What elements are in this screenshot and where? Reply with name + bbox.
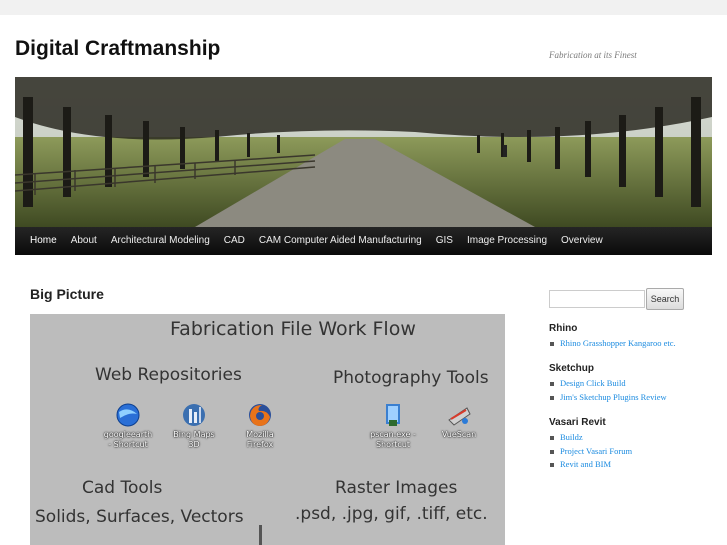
nav-item-about[interactable]: About [64,227,104,255]
bing-maps-icon [181,402,207,428]
nav-item-image-processing[interactable]: Image Processing [460,227,554,255]
raster-images-label: Raster Images [335,478,458,498]
app-label-line1: pscan.exe - [370,430,416,439]
nav-item-cam[interactable]: CAM Computer Aided Manufacturing [252,227,429,255]
app-firefox[interactable]: Mozilla Firefox [232,402,288,450]
cad-sub-label: Solids, Surfaces, Vectors [35,507,244,527]
site-title[interactable]: Digital Craftmanship [15,37,220,61]
header-image [15,77,712,227]
main-navigation: Home About Architectural Modeling CAD CA… [15,227,712,255]
nav-item-home[interactable]: Home [23,227,64,255]
search-input[interactable] [549,290,645,308]
app-label-line2: Shortcut [375,440,411,449]
nav-item-overview[interactable]: Overview [554,227,610,255]
app-pscan[interactable]: pscan.exe - Shortcut [365,402,421,450]
app-google-earth[interactable]: googleearth - Shortcut [100,402,156,450]
widget-link[interactable]: Project Vasari Forum [549,445,632,459]
app-label-line2: - Shortcut [108,440,148,449]
post-title[interactable]: Big Picture [30,286,104,302]
flow-connector [259,525,262,545]
raster-sub-label: .psd, .jpg, gif, .tiff, etc. [295,504,488,524]
search-form: Search [549,288,684,310]
nav-item-architectural-modeling[interactable]: Architectural Modeling [104,227,217,255]
app-vuescan[interactable]: VueScan [431,402,487,440]
app-bing-maps[interactable]: Bing Maps 3D [166,402,222,450]
search-button[interactable]: Search [646,288,684,310]
google-earth-icon [115,402,141,428]
nav-item-gis[interactable]: GIS [429,227,460,255]
app-label-line1: VueScan [441,430,477,439]
firefox-icon [247,402,273,428]
site-description: Fabrication at its Finest [549,50,637,60]
widget-link[interactable]: Buildz [549,431,632,445]
tree-lined-path-photo [15,77,712,227]
web-repositories-label: Web Repositories [95,365,242,385]
app-label-line1: Bing Maps [173,430,215,439]
app-label-line1: googleearth [103,430,153,439]
nav-item-cad[interactable]: CAD [217,227,252,255]
cad-tools-label: Cad Tools [82,478,163,498]
widget-title: Sketchup [549,363,595,374]
workflow-image: Fabrication File Work Flow Web Repositor… [30,314,505,545]
pscan-icon [380,402,406,428]
app-label-line1: Mozilla [246,430,274,439]
nav-menu: Home About Architectural Modeling CAD CA… [15,227,712,255]
app-label-line2: 3D [188,440,200,449]
widget-link[interactable]: Rhino Grasshopper Kangaroo etc. [549,337,676,351]
vuescan-icon [446,402,472,428]
widget-rhino: Rhino Rhino Grasshopper Kangaroo etc. [549,323,676,351]
page: Digital Craftmanship Fabrication at its … [0,15,727,545]
widget-title: Rhino [549,323,578,334]
widget-link[interactable]: Jim's Sketchup Plugins Review [549,391,667,405]
widget-title: Vasari Revit [549,417,606,428]
workflow-heading: Fabrication File Work Flow [170,318,416,340]
widget-vasari-revit: Vasari Revit Buildz Project Vasari Forum… [549,417,632,472]
photography-tools-label: Photography Tools [333,368,489,388]
app-label-line2: Firefox [246,440,274,449]
widget-link[interactable]: Design Click Build [549,377,667,391]
widget-link[interactable]: Revit and BIM [549,458,632,472]
widget-sketchup: Sketchup Design Click Build Jim's Sketch… [549,363,667,404]
